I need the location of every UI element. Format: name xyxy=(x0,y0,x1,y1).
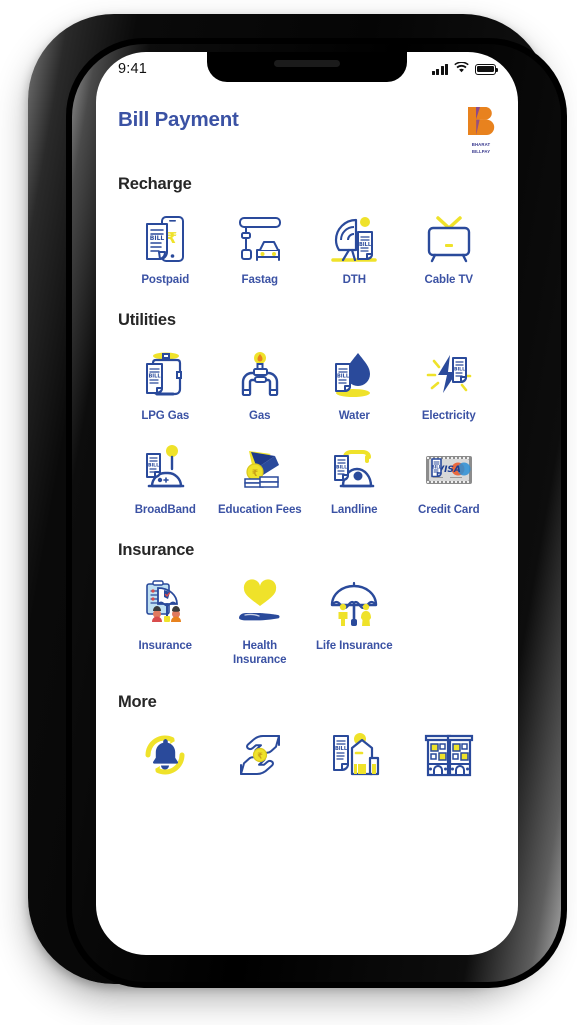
phone-notch xyxy=(207,52,407,82)
tile-life-insurance[interactable]: Life Insurance xyxy=(307,568,402,671)
tile-water[interactable]: BILL Water xyxy=(307,338,402,428)
app-content: Bill Payment BHARAT BILLPAY Recharge ₹ B… xyxy=(96,86,518,955)
section-more: More ₹ BILL xyxy=(96,693,518,792)
svg-text:BILL: BILL xyxy=(337,374,350,380)
more-grid: ₹ BILL xyxy=(118,720,496,792)
tile-label: Electricity xyxy=(421,410,476,423)
section-utilities: Utilities BILL LPG Gas Gas BILL Water BI… xyxy=(96,311,518,521)
tile-fastag[interactable]: Fastag xyxy=(213,202,308,292)
tile-gas[interactable]: Gas xyxy=(213,338,308,428)
tile-lpg-gas[interactable]: BILL LPG Gas xyxy=(118,338,213,428)
bharat-billpay-logo: BHARAT BILLPAY xyxy=(466,106,496,155)
tile-cable-tv[interactable]: Cable TV xyxy=(402,202,497,292)
tile-label: Credit Card xyxy=(417,503,480,516)
life-umbrella-people-icon xyxy=(325,574,383,636)
tile-label: Postpaid xyxy=(141,273,190,286)
tile-label: Landline xyxy=(331,503,378,516)
water-droplet-bill-icon: BILL xyxy=(325,344,383,406)
section-title-utilities: Utilities xyxy=(118,311,176,330)
municipal-tax-building-icon: BILL xyxy=(325,726,383,784)
cable-tv-icon xyxy=(420,208,478,270)
health-heart-hand-icon xyxy=(231,574,289,636)
svg-text:BILL: BILL xyxy=(359,242,372,248)
earpiece-speaker xyxy=(274,60,340,67)
logo-text-line2: BILLPAY xyxy=(471,148,491,154)
phone-screen: 9:41 Bill Payment BHARAT BILLPAY Recharg… xyxy=(96,52,518,955)
page-title: Bill Payment xyxy=(118,108,239,131)
electricity-bolt-bill-icon: BILL xyxy=(420,344,478,406)
subscription-bell-refresh-icon xyxy=(136,726,194,784)
app-header: Bill Payment BHARAT BILLPAY xyxy=(96,86,518,155)
money-transfer-hands-icon: ₹ xyxy=(231,726,289,784)
tile-label: Insurance xyxy=(138,640,193,653)
section-title-recharge: Recharge xyxy=(118,174,192,193)
tile-label: Cable TV xyxy=(424,273,474,286)
svg-text:BILL: BILL xyxy=(149,374,162,380)
svg-text:BILL: BILL xyxy=(335,746,348,752)
tile-label: LPG Gas xyxy=(141,410,190,423)
tile-electricity[interactable]: BILL Electricity xyxy=(402,338,497,428)
tile-dth[interactable]: BILL DTH xyxy=(307,202,402,292)
logo-text-line1: BHARAT xyxy=(471,142,491,147)
education-graduation-cap-icon: ₹ xyxy=(231,438,289,500)
gas-pipeline-flame-icon xyxy=(231,344,289,406)
phone-frame: 9:41 Bill Payment BHARAT BILLPAY Recharg… xyxy=(28,14,567,988)
tile-credit-card[interactable]: VISA BILL Credit Card xyxy=(402,432,497,522)
svg-text:BILL: BILL xyxy=(454,367,465,373)
svg-text:BILL: BILL xyxy=(148,462,159,468)
svg-text:BILL: BILL xyxy=(431,464,441,469)
tile-education-fees[interactable]: ₹ Education Fees xyxy=(213,432,308,522)
bharat-billpay-b-icon xyxy=(468,107,495,135)
section-insurance: Insurance Insurance Health Insurance Lif… xyxy=(96,541,518,671)
dth-satellite-dish-icon: BILL xyxy=(325,208,383,270)
battery-full-icon xyxy=(475,63,499,75)
tile-label: Education Fees xyxy=(217,503,302,516)
tile-insurance[interactable]: Insurance xyxy=(118,568,213,671)
tile-broadband[interactable]: BILL BroadBand xyxy=(118,432,213,522)
section-title-insurance: Insurance xyxy=(118,541,195,560)
insurance-grid: Insurance Health Insurance Life Insuranc… xyxy=(118,568,496,671)
broadband-router-icon: BILL xyxy=(136,438,194,500)
housing-society-icon xyxy=(420,726,478,784)
tile-postpaid[interactable]: ₹ BILL Postpaid xyxy=(118,202,213,292)
tile-money-transfer[interactable]: ₹ xyxy=(213,720,308,792)
wifi-icon xyxy=(454,60,469,78)
tile-label: Fastag xyxy=(241,273,279,286)
landline-telephone-icon: BILL xyxy=(325,438,383,500)
tile-label: Health Insurance xyxy=(233,640,287,666)
signal-bars-icon xyxy=(432,63,448,75)
utilities-grid: BILL LPG Gas Gas BILL Water BILL Electri… xyxy=(118,338,496,521)
tile-label: DTH xyxy=(342,273,366,286)
svg-text:BILL: BILL xyxy=(336,464,347,470)
status-time: 9:41 xyxy=(118,61,148,77)
lpg-gas-cylinder-icon: BILL xyxy=(136,344,194,406)
svg-text:₹: ₹ xyxy=(252,469,258,479)
tile-label: Water xyxy=(338,410,370,423)
tile-municipal-tax[interactable]: BILL xyxy=(307,720,402,792)
credit-card-icon: VISA BILL xyxy=(420,438,478,500)
svg-text:₹: ₹ xyxy=(167,229,177,247)
tile-housing-society[interactable] xyxy=(402,720,497,792)
section-title-more: More xyxy=(118,693,157,712)
tile-label: Life Insurance xyxy=(315,640,393,653)
tile-insurance-empty xyxy=(402,568,497,671)
postpaid-bill-phone-icon: ₹ BILL xyxy=(136,208,194,270)
svg-text:BILL: BILL xyxy=(150,235,165,242)
tile-health-insurance[interactable]: Health Insurance xyxy=(213,568,308,671)
svg-text:₹: ₹ xyxy=(257,752,263,761)
fastag-toll-car-icon xyxy=(231,208,289,270)
tile-subscription[interactable] xyxy=(118,720,213,792)
section-recharge: Recharge ₹ BILL Postpaid Fastag BILL DTH… xyxy=(96,175,518,292)
tile-landline[interactable]: BILL Landline xyxy=(307,432,402,522)
tile-label: Gas xyxy=(249,410,271,423)
status-icons xyxy=(432,60,499,78)
insurance-family-umbrella-icon xyxy=(136,574,194,636)
tile-label: BroadBand xyxy=(134,503,196,516)
recharge-grid: ₹ BILL Postpaid Fastag BILL DTH Cable TV xyxy=(118,202,496,292)
